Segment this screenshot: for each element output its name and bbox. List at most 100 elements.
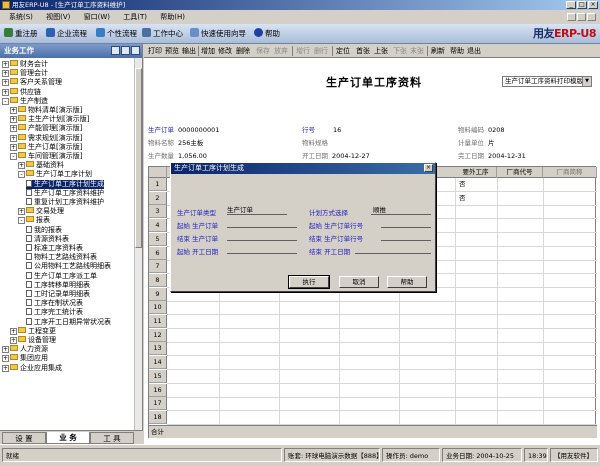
expand-icon[interactable]: + xyxy=(10,134,17,142)
start-date-input[interactable] xyxy=(227,244,297,254)
row-number[interactable]: 8 xyxy=(149,273,167,287)
tree-item[interactable]: + 供应链 xyxy=(2,87,41,97)
menu-tools[interactable]: 工具(T) xyxy=(123,13,147,21)
tree-item[interactable]: + 财务会计 xyxy=(2,60,48,69)
table-row[interactable] xyxy=(167,328,597,329)
tree-item[interactable]: 工序开工日期异常状况表 xyxy=(26,317,111,327)
tree-item[interactable]: + 人力资源 xyxy=(2,345,48,354)
expand-icon[interactable]: + xyxy=(18,162,25,170)
expand-icon[interactable]: + xyxy=(10,125,17,133)
tree-item[interactable]: + 客户关系管理 xyxy=(2,78,62,87)
tree-item[interactable]: + 设备管理 xyxy=(10,336,56,345)
row-number[interactable]: 3 xyxy=(149,205,167,219)
row-number[interactable]: 12 xyxy=(149,328,167,342)
tree-item[interactable]: - 生产订单工序计划 xyxy=(18,170,92,179)
doc-toolbar-button[interactable]: 打印 xyxy=(148,44,162,58)
expand-icon[interactable]: + xyxy=(10,107,17,114)
work-center-button[interactable]: 工作中心 xyxy=(142,28,183,40)
row-number[interactable]: 6 xyxy=(149,246,167,260)
tree-item[interactable]: 生产订单工序派工单 xyxy=(26,271,97,281)
doc-toolbar-button[interactable]: 帮助 xyxy=(450,44,464,58)
menu-window[interactable]: 窗口(W) xyxy=(84,13,110,21)
child-minimize-button[interactable] xyxy=(567,13,576,21)
end-order-input[interactable] xyxy=(227,231,297,241)
doc-toolbar-button[interactable]: 刷新 xyxy=(431,44,445,58)
col-header-outsource[interactable]: 要外工序 xyxy=(455,167,497,178)
tab-tools[interactable]: 工 具 xyxy=(90,432,134,444)
collapse-icon[interactable]: - xyxy=(18,171,25,179)
calc-method-input[interactable]: 顺推 xyxy=(371,205,431,215)
expand-icon[interactable]: + xyxy=(2,88,9,96)
table-row[interactable] xyxy=(167,300,597,302)
tree-item[interactable]: + 主生产计划[演示版] xyxy=(10,115,89,124)
help-button[interactable]: 帮助 xyxy=(254,28,280,40)
tree-item[interactable]: 我的报表 xyxy=(26,225,62,235)
tree-item[interactable]: + 生产订单[演示版] xyxy=(10,142,82,152)
doc-toolbar-button[interactable]: 退出 xyxy=(467,44,481,58)
expand-icon[interactable]: + xyxy=(2,364,9,372)
doc-toolbar-button[interactable]: 预览 xyxy=(165,44,179,58)
doc-toolbar-button[interactable]: 修改 xyxy=(218,44,232,58)
cell-outsource[interactable]: 否 xyxy=(459,178,466,191)
tree-item[interactable]: 标准工序资料表 xyxy=(26,244,83,253)
tree-item[interactable]: 工序转移单明细表 xyxy=(26,280,90,290)
col-header-vendor-code[interactable]: 厂商代号 xyxy=(497,167,543,178)
expand-icon[interactable]: + xyxy=(18,208,25,216)
tree-item[interactable]: + 需求规划[演示版] xyxy=(10,133,82,143)
doc-toolbar-button[interactable]: 放弃 xyxy=(274,44,288,58)
enterprise-flow-button[interactable]: 企业流程 xyxy=(46,28,87,40)
doc-toolbar-button[interactable]: 增行 xyxy=(296,44,310,58)
doc-toolbar-button[interactable]: 保存 xyxy=(256,44,270,58)
child-restore-button[interactable] xyxy=(577,13,586,21)
expand-icon[interactable]: + xyxy=(2,79,9,87)
row-number[interactable]: 13 xyxy=(149,342,167,356)
row-number[interactable]: 15 xyxy=(149,369,167,383)
doc-toolbar-button[interactable]: 上张 xyxy=(374,44,388,58)
tree-item[interactable]: + 企业应用集成 xyxy=(2,363,62,373)
expand-icon[interactable]: + xyxy=(2,346,9,354)
row-number[interactable]: 18 xyxy=(149,410,167,424)
tab-business[interactable]: 业 务 xyxy=(46,432,90,444)
custom-flow-button[interactable]: 个性流程 xyxy=(96,28,137,40)
collapse-icon[interactable]: - xyxy=(18,217,25,225)
order-type-input[interactable]: 生产订单 xyxy=(227,205,287,215)
tree-item[interactable]: + 集团应用 xyxy=(2,354,48,363)
end-line-input[interactable] xyxy=(381,231,431,241)
expand-icon[interactable]: + xyxy=(2,355,9,363)
help-dialog-button[interactable]: 帮助 xyxy=(387,276,427,288)
table-row[interactable] xyxy=(167,396,597,398)
doc-toolbar-button[interactable]: 首张 xyxy=(356,44,370,58)
doc-toolbar-button[interactable]: 定位 xyxy=(336,44,350,58)
tree-item[interactable]: + 工程变更 xyxy=(10,326,56,336)
table-row[interactable] xyxy=(167,355,597,357)
quick-wizard-button[interactable]: 快速使用向导 xyxy=(190,28,246,40)
cell-outsource[interactable]: 否 xyxy=(459,192,466,205)
expand-icon[interactable]: + xyxy=(10,327,17,335)
tree-item[interactable]: + 物料清单[演示版] xyxy=(10,106,82,115)
doc-toolbar-button[interactable]: 输出 xyxy=(182,44,196,58)
menu-view[interactable]: 视图(V) xyxy=(46,13,70,21)
maximize-button[interactable]: □ xyxy=(577,1,587,9)
row-number[interactable]: 2 xyxy=(149,191,167,205)
expand-icon[interactable]: + xyxy=(10,337,17,344)
tree-item[interactable]: 工序完工统计表 xyxy=(26,308,83,317)
tree-item[interactable]: 生产订单工序资料维护 xyxy=(26,188,104,198)
expand-icon[interactable]: + xyxy=(10,143,17,151)
expand-icon[interactable]: + xyxy=(10,116,17,124)
scroll-thumb[interactable] xyxy=(135,68,142,248)
row-number[interactable]: 9 xyxy=(149,287,167,301)
tab-settings[interactable]: 设 置 xyxy=(2,432,46,444)
tree-item[interactable]: + 管理会计 xyxy=(2,69,48,78)
row-number[interactable]: 11 xyxy=(149,315,167,328)
tree-item[interactable]: 工时记录单明细表 xyxy=(26,290,90,299)
minimize-button[interactable]: _ xyxy=(566,1,576,9)
close-button[interactable]: × xyxy=(588,1,598,9)
tree-item[interactable]: + 基础资料 xyxy=(18,161,64,170)
row-number[interactable]: 1 xyxy=(149,178,167,191)
tree-item[interactable]: - 报表 xyxy=(18,216,50,225)
save-icon[interactable] xyxy=(111,46,120,55)
table-row[interactable] xyxy=(167,423,597,425)
child-close-button[interactable] xyxy=(587,13,596,21)
table-row[interactable] xyxy=(167,369,597,371)
chevron-down-icon[interactable]: ▼ xyxy=(582,77,591,86)
